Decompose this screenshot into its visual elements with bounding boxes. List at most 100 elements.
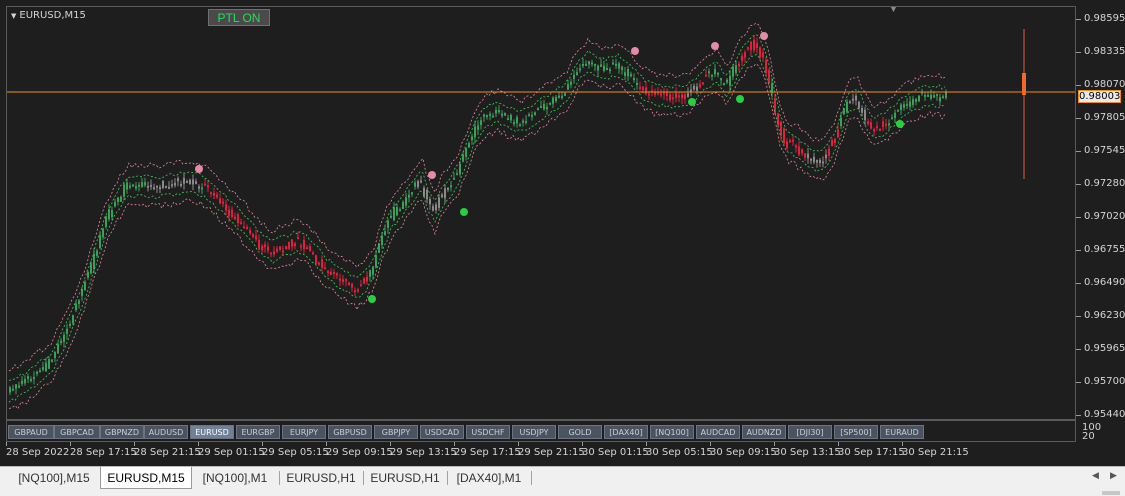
candle-body	[465, 147, 467, 157]
time-axis-tick	[774, 442, 775, 446]
candle-body	[693, 85, 695, 90]
candle-body	[765, 59, 767, 73]
candle-body	[645, 87, 647, 94]
symbol-button-audusd[interactable]: AUDUSD	[144, 425, 188, 439]
price-axis-label: 0.98595	[1084, 13, 1125, 24]
candle-body	[231, 209, 233, 218]
symbol-button-nq100[interactable]: [NQ100]	[650, 425, 694, 439]
candle-body	[423, 187, 425, 197]
symbol-button-dji30[interactable]: [DJI30]	[788, 425, 832, 439]
candle-body	[450, 185, 452, 188]
time-axis-label: 30 Sep 05:15	[646, 447, 713, 458]
symbol-button-eurgbp[interactable]: EURGBP	[236, 425, 280, 439]
symbol-button-audnzd[interactable]: AUDNZD	[742, 425, 786, 439]
price-axis-tick	[1076, 382, 1081, 383]
buy-signal-dot	[736, 95, 744, 103]
chart-symbol-title[interactable]: ▼ EURUSD,M15	[11, 10, 86, 21]
chart-tab[interactable]: [NQ100],M1	[192, 467, 278, 489]
candle-body	[345, 278, 347, 282]
sell-signal-dot	[760, 32, 768, 40]
symbol-button-usdjpy[interactable]: USDJPY	[512, 425, 556, 439]
symbol-button-eurjpy[interactable]: EURJPY	[282, 425, 326, 439]
price-axis[interactable]: 0.98595 0.98335 0.98070 0.97805 0.97545 0.972…	[1076, 6, 1125, 420]
ptl-toggle-button[interactable]: PTL ON	[208, 9, 270, 26]
time-axis-label: 29 Sep 05:15	[262, 447, 329, 458]
candle-body	[900, 104, 902, 111]
candle-body	[384, 231, 386, 235]
candle-body	[873, 129, 875, 132]
candle-body	[462, 154, 464, 162]
candle-body	[33, 377, 35, 380]
candle-body	[510, 115, 512, 121]
one-click-trading-arrow-icon[interactable]: ▼	[889, 7, 898, 14]
candle-body	[48, 359, 50, 369]
candle-body	[654, 92, 656, 95]
candle-body	[840, 117, 842, 127]
symbol-button-usdchf[interactable]: USDCHF	[466, 425, 510, 439]
candlestick-chart[interactable]	[7, 7, 1075, 419]
symbol-button-gold[interactable]: GOLD	[558, 425, 602, 439]
candle-body	[624, 72, 626, 76]
scroll-left-icon[interactable]: ◀	[1092, 470, 1099, 481]
chart-tab[interactable]: [NQ100],M15	[8, 467, 100, 489]
candle-body	[453, 177, 455, 180]
candle-body	[573, 74, 575, 79]
candle-body	[60, 340, 62, 343]
triangle-down-icon[interactable]: ▼	[11, 12, 16, 20]
candle-body	[192, 179, 194, 185]
symbol-button-sp500[interactable]: [SP500]	[834, 425, 878, 439]
candle-body	[171, 184, 173, 187]
candle-body	[420, 180, 422, 183]
candle-body	[237, 214, 239, 223]
buy-signal-dot	[688, 98, 696, 106]
symbol-button-dax40[interactable]: [DAX40]	[604, 425, 648, 439]
candle-body	[72, 315, 74, 324]
candle-body	[561, 95, 563, 99]
candle-body	[786, 141, 788, 149]
candle-body	[21, 380, 23, 384]
candle-body	[36, 371, 38, 375]
price-axis-label: 0.96755	[1084, 244, 1125, 255]
candle-body	[555, 97, 557, 102]
symbol-button-gbpusd[interactable]: GBPUSD	[328, 425, 372, 439]
chart-tab[interactable]: EURUSD,H1	[280, 467, 362, 489]
candle-body	[381, 235, 383, 246]
candle-body	[501, 113, 503, 116]
candle-body	[312, 252, 314, 255]
candle-body	[942, 96, 944, 99]
candle-body	[30, 379, 32, 382]
chart-tab[interactable]: [DAX40],M1	[448, 467, 530, 489]
candle-body	[150, 184, 152, 187]
candle-body	[438, 197, 440, 208]
candle-body	[564, 93, 566, 96]
candle-body	[783, 128, 785, 144]
candle-body	[519, 124, 521, 127]
symbol-button-gbpaud[interactable]: GBPAUD	[8, 425, 54, 439]
candle-body	[558, 95, 560, 98]
candle-body	[168, 186, 170, 189]
time-axis[interactable]: 28 Sep 2022 28 Sep 17:15 28 Sep 21:15 29 Se…	[6, 442, 1076, 466]
symbol-button-eurusd[interactable]: EURUSD	[190, 425, 234, 439]
symbol-button-usdcad[interactable]: USDCAD	[420, 425, 464, 439]
symbol-button-gbpcad[interactable]: GBPCAD	[54, 425, 100, 439]
time-axis-label: 28 Sep 17:15	[70, 447, 137, 458]
tab-scrollbar[interactable]	[1102, 491, 1120, 495]
price-chart[interactable]: ▼ EURUSD,M15 PTL ON ▼	[6, 6, 1076, 420]
candle-body	[162, 180, 164, 189]
symbol-button-euraud[interactable]: EURAUD	[880, 425, 924, 439]
buy-signal-dot	[460, 208, 468, 216]
symbol-button-audcad[interactable]: AUDCAD	[696, 425, 740, 439]
symbol-button-gbpnzd[interactable]: GBPNZD	[100, 425, 144, 439]
candle-body	[837, 129, 839, 138]
candle-body	[306, 247, 308, 250]
symbol-button-gbpjpy[interactable]: GBPJPY	[374, 425, 418, 439]
chart-tab[interactable]: EURUSD,H1	[364, 467, 446, 489]
candle-body	[258, 239, 260, 250]
candle-body	[810, 158, 812, 161]
chart-title-text: EURUSD,M15	[19, 10, 86, 21]
candle-body	[402, 201, 404, 209]
candle-body	[474, 126, 476, 138]
chart-tab-active[interactable]: EURUSD,M15	[100, 467, 192, 489]
scroll-right-icon[interactable]: ▶	[1110, 470, 1117, 481]
lower-channel-band	[8, 63, 946, 410]
